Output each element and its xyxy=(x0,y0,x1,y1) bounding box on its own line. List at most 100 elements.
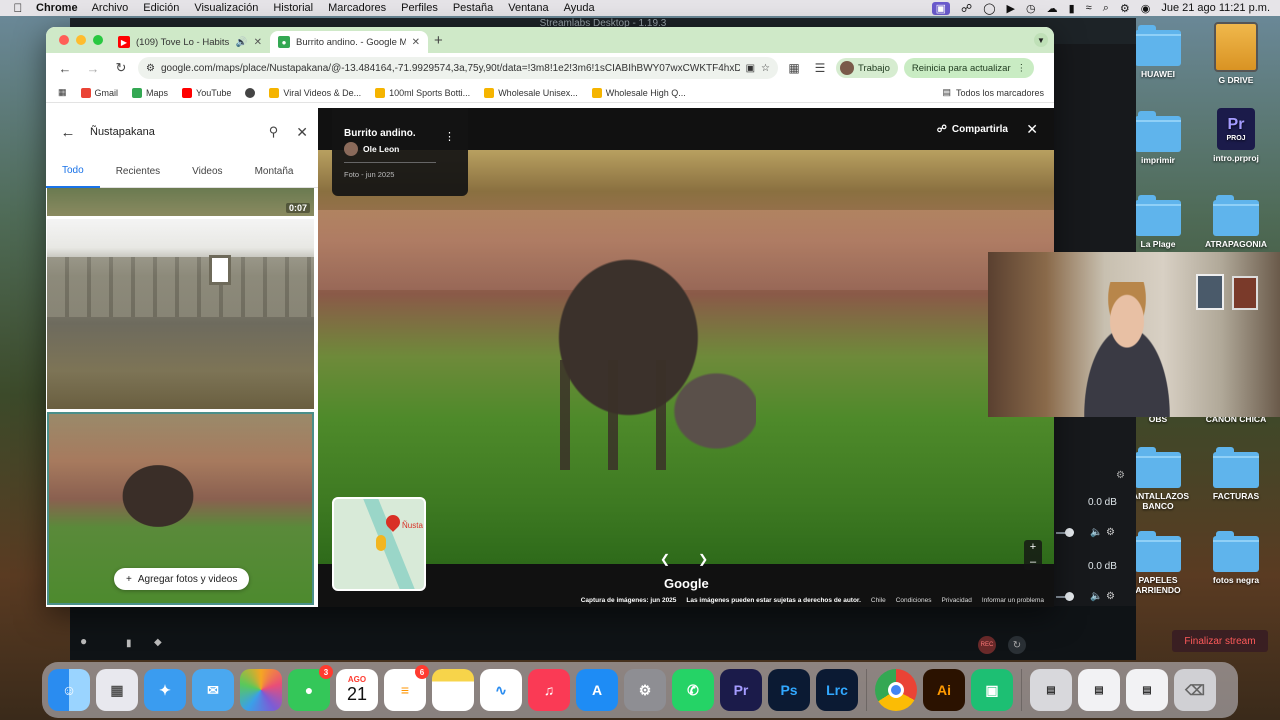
bookmark-gmail[interactable]: Gmail xyxy=(80,87,118,98)
battery-icon[interactable]: ▮ xyxy=(1069,2,1075,15)
wifi-icon[interactable]: ≈ xyxy=(1086,2,1092,14)
search-icon[interactable]: ⌕ xyxy=(1103,2,1109,15)
gear-icon[interactable]: ⚙ xyxy=(1106,591,1115,602)
extensions-icon[interactable]: ▦ xyxy=(784,61,804,75)
mail-icon[interactable]: ✉ xyxy=(192,669,234,711)
illustrator-icon[interactable]: Ai xyxy=(923,669,965,711)
rec-button[interactable]: REC xyxy=(978,636,996,654)
menu-pestana[interactable]: Pestaña xyxy=(453,2,493,14)
system-settings-icon[interactable]: ⚙ xyxy=(624,669,666,711)
desktop-icon-gdrive[interactable]: G DRIVE xyxy=(1196,22,1276,85)
whatsapp-icon[interactable]: ✆ xyxy=(672,669,714,711)
gear-icon[interactable]: ⚙ xyxy=(1106,527,1115,538)
screen-record-icon[interactable]: ▣ xyxy=(931,1,951,15)
siri-icon[interactable]: ◉ xyxy=(1141,2,1151,15)
menu-app-name[interactable]: Chrome xyxy=(36,2,78,14)
bell-icon[interactable]: ◆ xyxy=(154,637,162,648)
tab-youtube[interactable]: ▶ (109) Tove Lo - Habits (St 🔊 ✕ xyxy=(110,31,270,53)
freeform-icon[interactable]: ∿ xyxy=(480,669,522,711)
mute-icon[interactable]: 🔈 xyxy=(1090,527,1102,538)
media-icon[interactable]: ☰ xyxy=(810,61,830,75)
music-icon[interactable]: ♫ xyxy=(528,669,570,711)
menu-clock[interactable]: Jue 21 ago 11:21 p.m. xyxy=(1161,2,1270,14)
search-icon[interactable]: ⚲ xyxy=(269,124,279,140)
bookmark-maps[interactable]: Maps xyxy=(132,87,168,98)
video-thumbnail[interactable]: 0:07 xyxy=(47,188,314,216)
safari-icon[interactable]: ✦ xyxy=(144,669,186,711)
close-tab-icon[interactable]: ✕ xyxy=(254,37,262,48)
chevron-down-icon[interactable]: ▼ xyxy=(1034,33,1048,47)
facetime-icon[interactable]: ● 3 xyxy=(288,665,333,711)
chrome-icon[interactable] xyxy=(875,669,917,711)
window-preview-icon[interactable]: ▤ xyxy=(1126,669,1168,711)
finder-icon[interactable]: ☺ xyxy=(48,669,90,711)
site-info-icon[interactable]: ⚙ xyxy=(146,63,155,74)
cast-icon[interactable]: ▣ xyxy=(746,63,755,74)
bookmark-sports-bottles[interactable]: 100ml Sports Botti... xyxy=(375,87,470,98)
apple-icon[interactable]:  xyxy=(0,1,36,15)
desktop-icon-intro-prproj[interactable]: Pr PROJ intro.prproj xyxy=(1196,108,1276,163)
more-options-icon[interactable]: ⋮ xyxy=(444,130,455,143)
share-button[interactable]: ☍ Compartirla xyxy=(937,124,1008,135)
control-center-icon[interactable]: ⚙ xyxy=(1120,2,1130,15)
clock-icon[interactable]: ◷ xyxy=(1026,2,1036,15)
downloads-stack-icon[interactable]: ▤ xyxy=(1030,669,1072,711)
close-window-button[interactable] xyxy=(59,35,69,45)
minimize-window-button[interactable] xyxy=(76,35,86,45)
star-icon[interactable]: ☆ xyxy=(761,63,770,74)
menu-ventana[interactable]: Ventana xyxy=(508,2,548,14)
zoom-window-button[interactable] xyxy=(93,35,103,45)
zoom-out-button[interactable]: – xyxy=(1024,555,1042,570)
mute-icon[interactable]: 🔈 xyxy=(1090,591,1102,602)
url-text[interactable]: google.com/maps/place/Ñustapakana/@-13.4… xyxy=(161,63,740,74)
mixer-slider-2[interactable] xyxy=(1056,592,1074,601)
photo-thumbnail-ruins[interactable] xyxy=(47,219,314,409)
menu-perfiles[interactable]: Perfiles xyxy=(401,2,438,14)
bookmark-youtube[interactable]: YouTube xyxy=(182,87,231,98)
next-photo-icon[interactable]: ❯ xyxy=(698,552,708,566)
bookmark-wholesale-high[interactable]: Wholesale High Q... xyxy=(591,87,686,98)
desktop-icon-facturas[interactable]: FACTURAS xyxy=(1196,447,1276,501)
close-viewer-icon[interactable]: ✕ xyxy=(1026,121,1038,138)
premiere-icon[interactable]: Pr xyxy=(720,669,762,711)
lightroom-classic-icon[interactable]: Lrc xyxy=(816,669,858,711)
mixer-slider-1[interactable] xyxy=(1056,528,1074,537)
footer-report[interactable]: Informar un problema xyxy=(982,597,1044,604)
bookmark-viral-videos[interactable]: Viral Videos & De... xyxy=(269,87,361,98)
tab-recientes[interactable]: Recientes xyxy=(100,156,176,188)
photo-author[interactable]: Ole Leon xyxy=(344,142,456,156)
minimap[interactable]: Ñusta xyxy=(332,497,426,591)
cloud-icon[interactable]: ☁ xyxy=(1047,2,1058,15)
footer-country[interactable]: Chile xyxy=(871,597,886,604)
update-button[interactable]: Reinicia para actualizar ⋮ xyxy=(903,58,1035,78)
zoom-controls[interactable]: + – xyxy=(1024,540,1042,570)
photoshop-icon[interactable]: Ps xyxy=(768,669,810,711)
desktop-icon-atrapagonia[interactable]: ATRAPAGONIA xyxy=(1196,195,1276,249)
replay-icon[interactable]: ↻ xyxy=(1008,636,1026,654)
footer-terms[interactable]: Condiciones xyxy=(896,597,932,604)
add-photos-button[interactable]: + Agregar fotos y videos xyxy=(114,568,250,590)
tab-montana[interactable]: Montaña xyxy=(239,156,310,188)
forward-button[interactable]: → xyxy=(82,61,104,76)
tab-todo[interactable]: Todo xyxy=(46,156,100,188)
menu-visualizacion[interactable]: Visualización xyxy=(194,2,258,14)
menu-edicion[interactable]: Edición xyxy=(143,2,179,14)
more-icon[interactable]: ⋮ xyxy=(1017,63,1027,74)
close-icon[interactable]: ✕ xyxy=(296,124,308,141)
streamlabs-icon[interactable]: ▣ xyxy=(971,669,1013,711)
link-icon[interactable]: ☍ xyxy=(961,2,972,15)
arrow-back-icon[interactable]: ← xyxy=(56,124,80,141)
bookmark-wholesale-unisex[interactable]: Wholesale Unisex... xyxy=(484,87,578,98)
new-tab-button[interactable]: + xyxy=(434,32,443,49)
close-tab-icon[interactable]: ✕ xyxy=(412,37,420,48)
donkey-photo[interactable] xyxy=(318,150,1054,564)
reload-button[interactable]: ↻ xyxy=(110,60,132,76)
menu-ayuda[interactable]: Ayuda xyxy=(564,2,595,14)
mixer-settings-icon[interactable]: ⚙ xyxy=(1116,470,1125,481)
stats-icon[interactable]: ▮ xyxy=(126,638,132,649)
zoom-in-button[interactable]: + xyxy=(1024,540,1042,555)
photos-icon[interactable] xyxy=(240,669,282,711)
reminders-icon[interactable]: ≡ 6 xyxy=(384,665,429,711)
prev-photo-icon[interactable]: ❮ xyxy=(660,552,670,566)
app-store-icon[interactable]: A xyxy=(576,669,618,711)
